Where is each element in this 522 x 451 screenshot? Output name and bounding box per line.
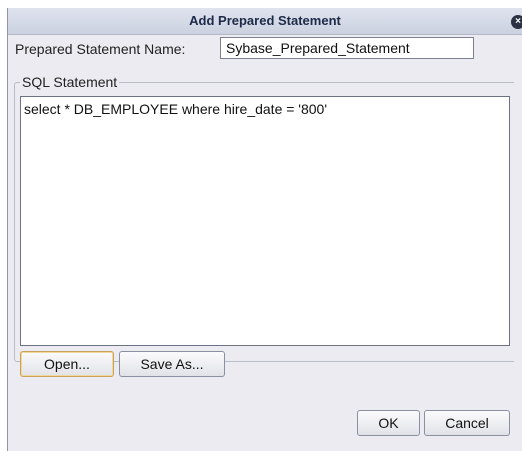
statement-name-input[interactable]	[220, 37, 474, 59]
save-as-button[interactable]: Save As...	[119, 351, 225, 377]
dialog-titlebar[interactable]: Add Prepared Statement ×	[8, 8, 522, 35]
ok-button[interactable]: OK	[357, 410, 420, 436]
close-icon[interactable]: ×	[511, 15, 522, 29]
statement-name-label: Prepared Statement Name:	[15, 41, 186, 57]
cancel-button[interactable]: Cancel	[424, 410, 510, 436]
sql-statement-group-label: SQL Statement	[20, 74, 120, 90]
sql-statement-textarea[interactable]: select * DB_EMPLOYEE where hire_date = '…	[20, 96, 510, 346]
open-button[interactable]: Open...	[20, 351, 114, 377]
dialog-title: Add Prepared Statement	[189, 13, 341, 28]
